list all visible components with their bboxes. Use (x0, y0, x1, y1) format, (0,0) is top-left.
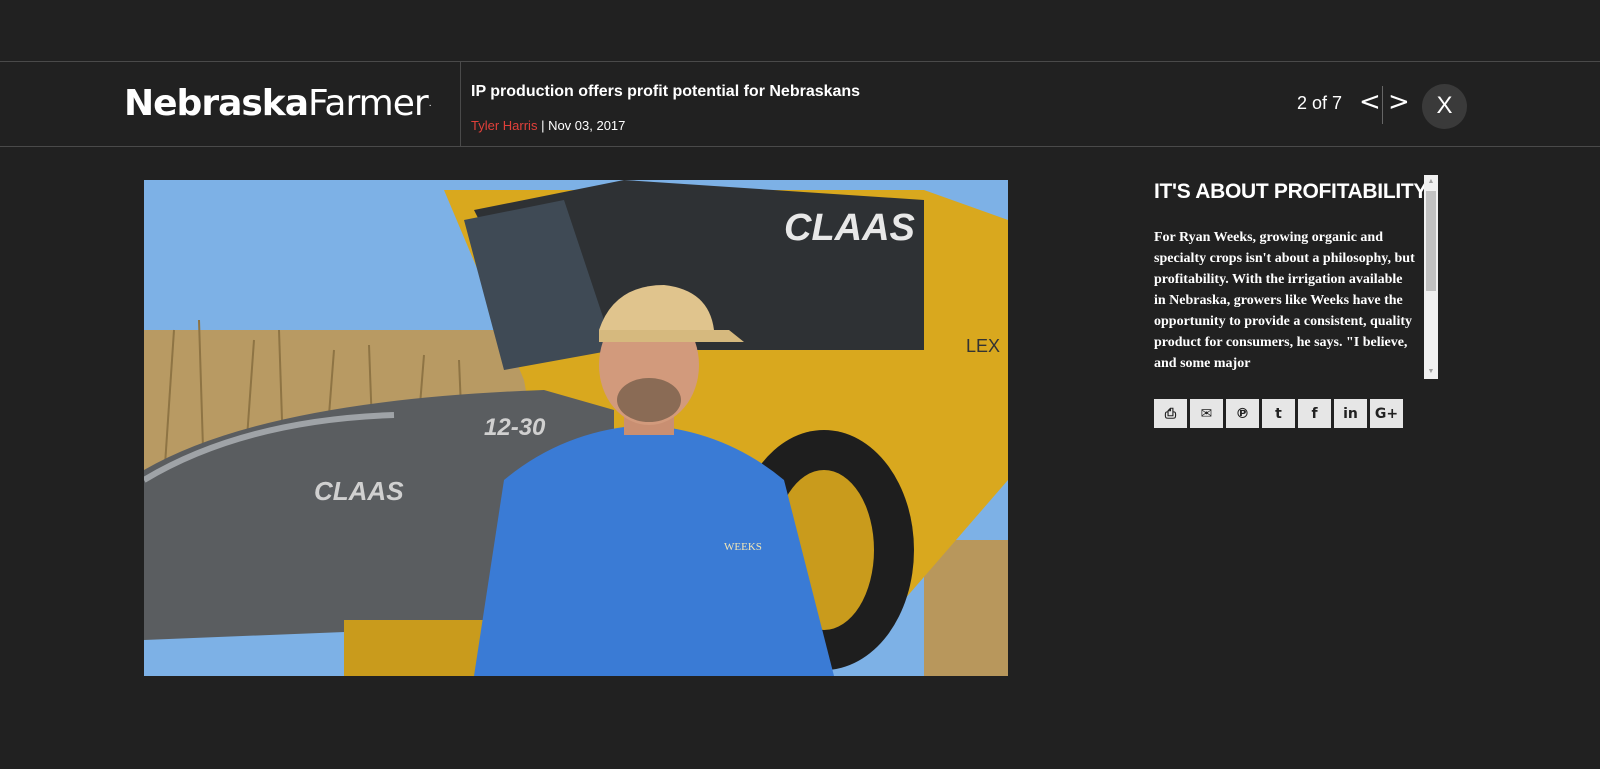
author-link[interactable]: Tyler Harris (471, 118, 537, 133)
site-logo[interactable]: NebraskaFarmer. (124, 83, 432, 124)
linkedin-icon: in (1343, 405, 1358, 422)
scroll-thumb[interactable] (1426, 191, 1436, 291)
pinterest-icon: ℗ (1235, 405, 1250, 422)
caption-heading: IT'S ABOUT PROFITABILITY (1154, 180, 1428, 203)
email-button[interactable]: ✉ (1190, 399, 1223, 428)
model-text: LEX (966, 336, 1000, 356)
share-toolbar: ⎙ ✉ ℗ t f in G+ (1154, 399, 1403, 428)
caption-panel: IT'S ABOUT PROFITABILITY For Ryan Weeks,… (1154, 175, 1440, 427)
facebook-icon: f (1311, 405, 1318, 422)
googleplus-button[interactable]: G+ (1370, 399, 1403, 428)
header-brand-text: CLAAS (314, 476, 404, 506)
linkedin-button[interactable]: in (1334, 399, 1367, 428)
print-button[interactable]: ⎙ (1154, 399, 1187, 428)
header-bar: NebraskaFarmer. IP production offers pro… (0, 61, 1600, 147)
close-gallery-button[interactable]: X (1422, 84, 1467, 129)
googleplus-icon: G+ (1374, 405, 1399, 422)
facebook-button[interactable]: f (1298, 399, 1331, 428)
scroll-down-arrow-icon[interactable]: ▼ (1424, 365, 1438, 379)
next-slide-button[interactable]: > (1388, 86, 1410, 118)
twitter-button[interactable]: t (1262, 399, 1295, 428)
caption-scrollbar[interactable]: ▲ ▼ (1424, 175, 1438, 379)
caption-scroll-area[interactable]: For Ryan Weeks, growing organic and spec… (1154, 227, 1422, 427)
logo-mark: . (428, 99, 432, 109)
shirt-logo-text: WEEKS (724, 541, 762, 553)
caption-text: For Ryan Weeks, growing organic and spec… (1154, 230, 1415, 371)
header-model-text: 12-30 (484, 414, 546, 441)
combine-brand-text: CLAAS (784, 207, 915, 249)
article-title: IP production offers profit potential fo… (471, 83, 861, 100)
email-icon: ✉ (1200, 405, 1213, 422)
byline-separator: | (537, 118, 549, 133)
byline: Tyler Harris | Nov 03, 2017 (471, 118, 625, 133)
publish-date: Nov 03, 2017 (548, 118, 626, 133)
print-icon: ⎙ (1164, 405, 1177, 422)
pinterest-button[interactable]: ℗ (1226, 399, 1259, 428)
nav-divider (1382, 86, 1383, 124)
slide-counter: 2 of 7 (1297, 93, 1343, 113)
photo-illustration: CLAAS CLAAS 12-30 LEX WEEKS (144, 180, 1008, 676)
gallery-photo: CLAAS CLAAS 12-30 LEX WEEKS (144, 180, 1008, 676)
logo-light-text: Farmer (308, 83, 429, 124)
twitter-icon: t (1275, 405, 1282, 422)
scroll-up-arrow-icon[interactable]: ▲ (1424, 175, 1438, 189)
previous-slide-button[interactable]: < (1359, 86, 1381, 118)
header-divider (460, 62, 461, 146)
logo-bold-text: Nebraska (124, 83, 309, 124)
